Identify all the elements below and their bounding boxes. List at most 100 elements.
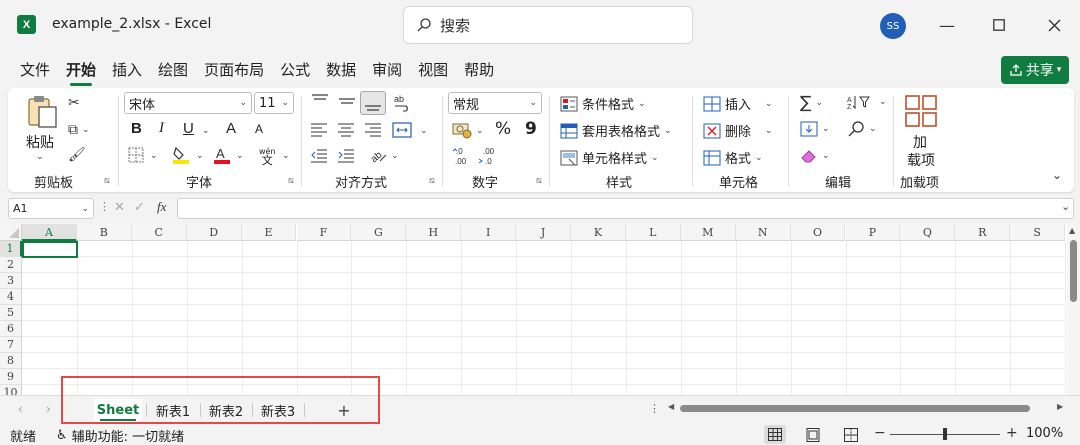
- font-size-combo[interactable]: 11 ⌄: [254, 92, 294, 114]
- column-header-i[interactable]: I: [461, 224, 517, 241]
- row-header-3[interactable]: 3: [0, 273, 22, 289]
- number-format-combo[interactable]: 常规 ⌄: [448, 92, 542, 114]
- maximize-button[interactable]: [988, 14, 1010, 36]
- prev-sheet-icon[interactable]: ‹: [18, 402, 23, 416]
- vertical-scroll-thumb[interactable]: [1070, 240, 1077, 302]
- zoom-level[interactable]: 100%: [1026, 426, 1063, 441]
- orientation-button[interactable]: ab: [368, 146, 388, 168]
- tab-split-handle-icon[interactable]: ⋮: [649, 402, 660, 415]
- increase-indent-button[interactable]: [337, 148, 355, 168]
- next-sheet-icon[interactable]: ›: [46, 402, 51, 416]
- row-header-2[interactable]: 2: [0, 257, 22, 273]
- fill-color-button[interactable]: [172, 145, 190, 169]
- copy-button[interactable]: ⧉ ⌄: [68, 122, 90, 138]
- column-header-c[interactable]: C: [131, 224, 187, 241]
- tab-formulas[interactable]: 公式: [272, 56, 318, 84]
- format-painter-icon[interactable]: 🖌: [68, 147, 86, 163]
- format-as-table-button[interactable]: 套用表格格式 ⌄: [560, 121, 672, 140]
- font-launcher-icon[interactable]: ⧅: [288, 176, 294, 186]
- cut-icon[interactable]: ✂: [68, 95, 80, 111]
- column-header-b[interactable]: B: [76, 224, 132, 241]
- column-header-n[interactable]: N: [735, 224, 791, 241]
- search-box[interactable]: 搜索: [403, 6, 693, 44]
- tab-draw[interactable]: 绘图: [150, 56, 196, 84]
- page-break-view-button[interactable]: [840, 425, 862, 444]
- column-header-f[interactable]: F: [296, 224, 352, 241]
- percent-button[interactable]: %: [495, 119, 511, 139]
- phonetic-chevron-icon[interactable]: ⌄: [282, 151, 290, 161]
- insert-function-button[interactable]: fx: [157, 199, 166, 215]
- format-cells-button[interactable]: 格式 ⌄: [703, 148, 763, 167]
- fill-color-chevron-icon[interactable]: ⌄: [196, 151, 204, 161]
- grow-font-button[interactable]: A: [226, 120, 236, 137]
- increase-decimal-button[interactable]: .0.00: [452, 145, 474, 171]
- phonetic-button[interactable]: wén 文: [259, 147, 276, 166]
- underline-chevron-icon[interactable]: ⌄: [202, 126, 210, 136]
- align-center-button[interactable]: [337, 122, 355, 142]
- tab-data[interactable]: 数据: [318, 56, 364, 84]
- column-header-r[interactable]: R: [955, 224, 1011, 241]
- italic-button[interactable]: I: [159, 120, 164, 137]
- align-right-button[interactable]: [364, 122, 382, 142]
- align-middle-button[interactable]: [337, 92, 357, 114]
- underline-button[interactable]: U: [183, 120, 194, 137]
- worksheet-grid[interactable]: [0, 224, 1080, 395]
- column-header-q[interactable]: Q: [900, 224, 956, 241]
- zoom-out-button[interactable]: −: [874, 425, 886, 441]
- select-all-corner[interactable]: [0, 224, 22, 241]
- horizontal-scroll-thumb[interactable]: [680, 405, 1030, 412]
- autosum-button[interactable]: ∑ ⌄: [800, 93, 823, 113]
- decrease-decimal-button[interactable]: .00.0: [478, 145, 500, 171]
- accounting-chevron-icon[interactable]: ⌄: [476, 126, 484, 136]
- collapse-ribbon-icon[interactable]: ⌄: [1052, 168, 1062, 182]
- font-color-chevron-icon[interactable]: ⌄: [236, 151, 244, 161]
- font-name-combo[interactable]: 宋体 ⌄: [124, 92, 252, 114]
- tab-home[interactable]: 开始: [58, 56, 104, 86]
- row-header-6[interactable]: 6: [0, 321, 22, 337]
- number-launcher-icon[interactable]: ⧅: [536, 176, 542, 186]
- tab-help[interactable]: 帮助: [456, 56, 502, 84]
- zoom-slider-thumb[interactable]: [943, 428, 947, 440]
- column-header-k[interactable]: K: [571, 224, 626, 241]
- column-header-a[interactable]: A: [22, 224, 77, 241]
- insert-cells-button[interactable]: 插入 ⌄: [703, 94, 773, 113]
- borders-chevron-icon[interactable]: ⌄: [150, 151, 158, 161]
- accessibility-status[interactable]: ♿ 辅助功能: 一切就绪: [56, 426, 184, 445]
- tab-insert[interactable]: 插入: [104, 56, 150, 84]
- zoom-in-button[interactable]: +: [1006, 425, 1018, 441]
- tab-view[interactable]: 视图: [410, 56, 456, 84]
- orientation-chevron-icon[interactable]: ⌄: [391, 151, 399, 161]
- alignment-launcher-icon[interactable]: ⧅: [429, 176, 435, 186]
- wrap-text-button[interactable]: ab: [392, 92, 412, 116]
- clear-button[interactable]: ⌄: [800, 148, 830, 164]
- tab-page-layout[interactable]: 页面布局: [196, 56, 272, 84]
- column-header-o[interactable]: O: [790, 224, 846, 241]
- merge-chevron-icon[interactable]: ⌄: [420, 126, 428, 136]
- column-header-h[interactable]: H: [406, 224, 462, 241]
- addins-button[interactable]: [904, 94, 938, 132]
- conditional-format-button[interactable]: 条件格式 ⌄: [560, 94, 646, 113]
- expand-formula-bar-icon[interactable]: ⌄: [1061, 200, 1070, 213]
- row-header-7[interactable]: 7: [0, 337, 22, 353]
- tab-review[interactable]: 审阅: [364, 56, 410, 84]
- paste-chevron-icon[interactable]: ⌄: [36, 152, 44, 162]
- formula-input[interactable]: [177, 198, 1074, 219]
- row-header-1[interactable]: 1: [0, 241, 22, 257]
- decrease-indent-button[interactable]: [310, 148, 328, 168]
- column-header-g[interactable]: G: [351, 224, 407, 241]
- scroll-right-icon[interactable]: ▶: [1057, 402, 1063, 411]
- clipboard-launcher-icon[interactable]: ⧅: [104, 176, 110, 186]
- align-top-button[interactable]: [310, 92, 330, 114]
- sort-filter-button[interactable]: AZ ⌄: [847, 94, 887, 110]
- column-header-m[interactable]: M: [680, 224, 736, 241]
- more-options-icon[interactable]: ⋮: [99, 200, 110, 213]
- name-box[interactable]: A1 ⌄: [8, 198, 94, 219]
- scroll-up-icon[interactable]: ▲: [1069, 226, 1075, 235]
- row-header-5[interactable]: 5: [0, 305, 22, 321]
- cell-styles-button[interactable]: 单元格样式 ⌄: [560, 148, 659, 167]
- column-header-d[interactable]: D: [186, 224, 242, 241]
- fill-button[interactable]: ⌄: [800, 121, 830, 137]
- paste-button[interactable]: [24, 94, 60, 128]
- row-header-9[interactable]: 9: [0, 369, 22, 385]
- active-cell-a1[interactable]: [22, 241, 78, 258]
